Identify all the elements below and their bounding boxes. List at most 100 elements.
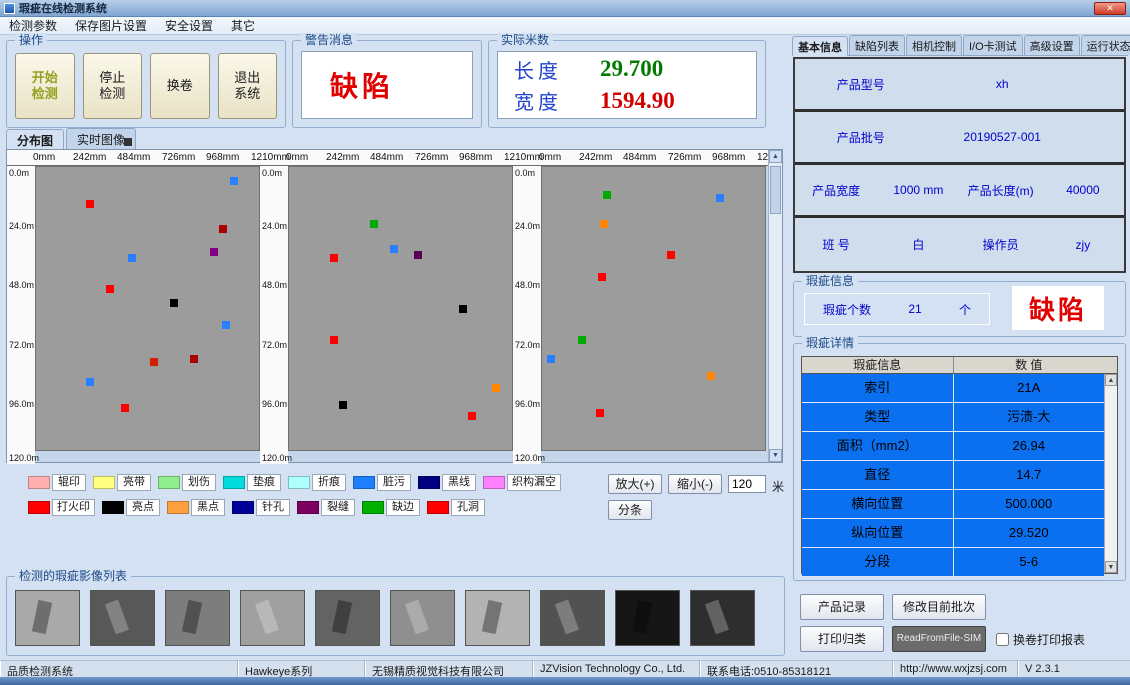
legend-item: 缺边: [362, 499, 420, 516]
defect-marker[interactable]: [596, 409, 604, 417]
table-row[interactable]: 分段 5-6: [802, 548, 1104, 577]
defect-thumbnail[interactable]: [15, 590, 80, 646]
table-row[interactable]: 类型 污渍-大: [802, 403, 1104, 432]
legend-swatch: [427, 501, 449, 514]
defect-marker[interactable]: [106, 285, 114, 293]
read-from-file-button[interactable]: ReadFromFile-SIM: [892, 626, 986, 652]
defect-marker[interactable]: [667, 251, 675, 259]
defect-marker[interactable]: [330, 336, 338, 344]
defect-thumbnail[interactable]: [615, 590, 680, 646]
defect-marker[interactable]: [86, 378, 94, 386]
roll-print-label[interactable]: 换卷打印报表: [1013, 631, 1085, 648]
defect-marker[interactable]: [390, 245, 398, 253]
split-button[interactable]: 分条: [608, 500, 652, 520]
defect-thumbnail[interactable]: [690, 590, 755, 646]
table-row[interactable]: 面积（mm2） 26.94: [802, 432, 1104, 461]
defect-scatter-canvas-3[interactable]: [541, 166, 766, 451]
scroll-down-icon[interactable]: ▼: [1105, 561, 1117, 573]
defect-marker[interactable]: [86, 200, 94, 208]
defect-thumbnail[interactable]: [390, 590, 455, 646]
menu-item[interactable]: 安全设置: [156, 16, 222, 35]
status-segment: V 2.3.1: [1018, 661, 1130, 677]
defect-marker[interactable]: [121, 404, 129, 412]
right-tab[interactable]: 基本信息: [792, 36, 848, 56]
zoom-in-button[interactable]: 放大(+): [608, 474, 662, 494]
scroll-up-icon[interactable]: ▲: [769, 150, 782, 163]
legend-swatch: [28, 501, 50, 514]
defect-thumbnail[interactable]: [465, 590, 530, 646]
defect-marker[interactable]: [219, 225, 227, 233]
roll-print-checkbox[interactable]: [996, 633, 1009, 646]
right-tab[interactable]: 缺陷列表: [849, 35, 905, 55]
defect-marker[interactable]: [150, 358, 158, 366]
table-row[interactable]: 直径 14.7: [802, 461, 1104, 490]
menu-bar: 检测参数保存图片设置安全设置其它: [0, 17, 1130, 35]
defect-scatter-canvas-1[interactable]: [35, 166, 260, 451]
meter-range-input[interactable]: [728, 475, 766, 493]
ruler-tick-label: 120.0m: [9, 453, 39, 463]
print-category-button[interactable]: 打印归类: [800, 626, 884, 652]
right-tab[interactable]: 相机控制: [906, 35, 962, 55]
legend-swatch: [353, 476, 375, 489]
menu-item[interactable]: 保存图片设置: [66, 16, 156, 35]
defect-marker[interactable]: [330, 254, 338, 262]
operation-button[interactable]: 换卷: [150, 53, 210, 119]
defect-scatter-canvas-2[interactable]: [288, 166, 513, 451]
defect-marker[interactable]: [547, 355, 555, 363]
defect-marker[interactable]: [414, 251, 422, 259]
scroll-up-icon[interactable]: ▲: [1105, 374, 1117, 386]
modify-batch-button[interactable]: 修改目前批次: [892, 594, 986, 620]
defect-thumbnail[interactable]: [165, 590, 230, 646]
plot-scrollbar[interactable]: ▲ ▼: [768, 150, 782, 462]
view-tab[interactable]: 分布图: [6, 129, 64, 150]
warning-message: 缺陷: [302, 65, 394, 105]
meter-value: 29.700: [600, 56, 663, 82]
defect-marker[interactable]: [598, 273, 606, 281]
defect-thumbnail[interactable]: [90, 590, 155, 646]
operation-button[interactable]: 开始 检测: [15, 53, 75, 119]
product-record-button[interactable]: 产品记录: [800, 594, 884, 620]
right-tab[interactable]: 运行状态信息: [1081, 35, 1130, 55]
legend-label: 辊印: [52, 474, 86, 491]
title-bar[interactable]: 瑕疵在线检测系统 ✕: [0, 0, 1130, 17]
ruler-tick-label: 96.0m: [9, 399, 34, 409]
defect-marker[interactable]: [578, 336, 586, 344]
defect-thumbnail[interactable]: [240, 590, 305, 646]
defect-thumbnail[interactable]: [315, 590, 380, 646]
defect-marker[interactable]: [190, 355, 198, 363]
scroll-down-icon[interactable]: ▼: [769, 449, 782, 462]
defect-marker[interactable]: [459, 305, 467, 313]
operation-button[interactable]: 退出 系统: [218, 53, 278, 119]
table-row[interactable]: 纵向位置 29.520: [802, 519, 1104, 548]
ruler-tick-label: 968mm: [712, 152, 745, 163]
defect-marker[interactable]: [600, 220, 608, 228]
menu-item[interactable]: 其它: [222, 16, 264, 35]
ruler-tick-label: 242mm: [579, 152, 612, 163]
ruler-tick-label: 726mm: [162, 152, 195, 163]
right-tab[interactable]: 高级设置: [1024, 35, 1080, 55]
defect-marker[interactable]: [222, 321, 230, 329]
table-row[interactable]: 横向位置 500.000: [802, 490, 1104, 519]
defect-marker[interactable]: [716, 194, 724, 202]
legend-label: 折痕: [312, 474, 346, 491]
zoom-out-button[interactable]: 缩小(-): [668, 474, 722, 494]
defect-thumbnail[interactable]: [540, 590, 605, 646]
defect-marker[interactable]: [339, 401, 347, 409]
scrollbar-thumb[interactable]: [770, 166, 781, 214]
meter-row: 宽度 1594.90: [498, 86, 756, 115]
defect-marker[interactable]: [210, 248, 218, 256]
defect-marker[interactable]: [370, 220, 378, 228]
right-tab[interactable]: I/O卡测试: [963, 35, 1023, 55]
defect-marker[interactable]: [603, 191, 611, 199]
defect-marker[interactable]: [230, 177, 238, 185]
defect-marker[interactable]: [128, 254, 136, 262]
defect-marker[interactable]: [492, 384, 500, 392]
close-button[interactable]: ✕: [1094, 2, 1126, 15]
table-row[interactable]: 索引 21A: [802, 374, 1104, 403]
defect-marker[interactable]: [707, 372, 715, 380]
defect-marker[interactable]: [170, 299, 178, 307]
plot-panel-1: 0.0m24.0m48.0m72.0m96.0m120.0m: [7, 166, 260, 464]
defect-marker[interactable]: [468, 412, 476, 420]
operation-button[interactable]: 停止 检测: [83, 53, 143, 119]
table-scrollbar[interactable]: ▲ ▼: [1104, 374, 1117, 573]
